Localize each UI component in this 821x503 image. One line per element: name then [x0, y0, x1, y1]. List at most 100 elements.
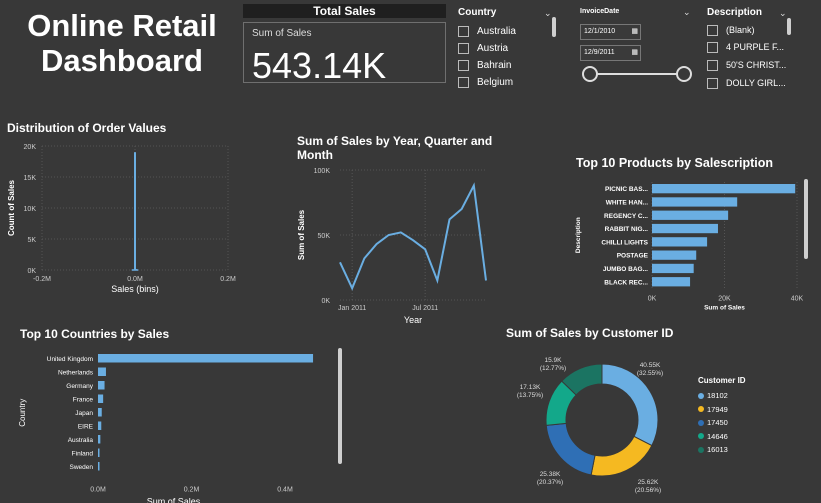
y-axis-label: Count of Sales — [7, 179, 16, 236]
date-range-track[interactable] — [590, 73, 684, 75]
x-tick-label: 0.0M — [127, 276, 143, 283]
country-label: United Kingdom — [47, 356, 93, 363]
range-start-handle[interactable] — [582, 66, 598, 82]
product-label: JUMBO BAG... — [603, 266, 648, 273]
legend-dot — [698, 433, 704, 440]
country-label: EIRE — [78, 423, 94, 430]
product-label: REGENCY C... — [604, 213, 648, 220]
product-bar — [652, 250, 697, 260]
legend-label: 17949 — [707, 404, 728, 414]
country-bar — [98, 448, 100, 457]
chevron-down-icon[interactable]: ⌄ — [683, 7, 691, 18]
legend-label: 18102 — [707, 391, 728, 401]
total-sales-card: Total Sales Sum of Sales 543.14K — [243, 4, 446, 86]
country-bar — [98, 381, 105, 390]
x-tick-label: 0.0M — [90, 487, 106, 494]
donut-legend-title: Customer ID — [698, 376, 746, 385]
product-bar — [652, 184, 796, 194]
x-axis-label: Sum of Sales — [704, 304, 745, 311]
checkbox[interactable] — [458, 59, 469, 71]
slice-label: 25.62K (20.56%) — [635, 479, 661, 494]
description-item[interactable]: DOLLY GIRL... — [707, 76, 786, 90]
y-axis-label: Sum of Sales — [297, 209, 306, 260]
description-item-label: 50'S CHRIST... — [726, 60, 787, 70]
distribution-chart: 0K 5K 10K 15K 20K -0.2M 0.0M 0.2M Sales (bins) Co… — [7, 144, 236, 294]
calendar-icon[interactable]: ▦ — [631, 46, 638, 60]
x-tick-label: 40K — [791, 295, 804, 302]
countries-chart: 0.0M 0.2M 0.4M United Kingdom Netherlands Ger… — [18, 354, 314, 503]
description-scrollbar[interactable] — [787, 18, 791, 35]
y-tick-label: 10K — [24, 206, 37, 213]
x-tick-label: -0.2M — [33, 276, 51, 283]
product-label: RABBIT NIG... — [605, 226, 649, 233]
histogram-bar — [134, 152, 136, 270]
checkbox[interactable] — [707, 24, 718, 36]
country-label: Netherlands — [58, 369, 94, 376]
card-value: 543.14K — [252, 45, 387, 86]
description-item-label: 4 PURPLE F... — [726, 42, 785, 52]
slice-label: 40.55K (32.55%) — [637, 362, 663, 377]
country-label: Sweden — [70, 464, 94, 471]
line-chart: 0K 50K 100K Jan 2011 Jul 2011 Year Sum of Sale… — [297, 168, 487, 325]
y-tick-label: 50K — [318, 233, 331, 240]
description-item-label: DOLLY GIRL... — [726, 78, 786, 88]
country-item-label: Belgium — [477, 76, 514, 88]
countries-scrollbar[interactable] — [338, 348, 342, 464]
calendar-icon[interactable]: ▦ — [631, 25, 638, 39]
country-item[interactable]: Belgium — [458, 75, 513, 89]
country-label: France — [73, 396, 94, 403]
description-item[interactable]: 4 PURPLE F... — [707, 40, 784, 54]
country-scrollbar[interactable] — [552, 17, 556, 37]
end-date-value: 12/9/2011 — [584, 49, 615, 56]
legend-label: 14646 — [707, 431, 728, 441]
product-bar — [652, 263, 694, 274]
country-label: Finland — [72, 450, 94, 457]
chevron-down-icon[interactable]: ⌄ — [779, 8, 787, 19]
chevron-down-icon[interactable]: ⌄ — [544, 8, 552, 19]
country-item-label: Austria — [477, 42, 509, 54]
y-tick-label: 5K — [27, 237, 36, 244]
description-item[interactable]: (Blank) — [707, 23, 755, 37]
legend-dot — [698, 419, 704, 426]
range-end-handle[interactable] — [676, 66, 692, 82]
checkbox[interactable] — [707, 59, 718, 71]
sales-line — [339, 182, 487, 291]
products-scrollbar[interactable] — [804, 179, 808, 259]
checkbox[interactable] — [458, 76, 469, 88]
country-slicer-title: Country — [458, 7, 497, 18]
x-axis-label: Sales (bins) — [111, 284, 159, 294]
start-date-input[interactable]: 12/1/2010 ▦ — [580, 24, 641, 40]
country-bar — [98, 435, 101, 444]
checkbox[interactable] — [707, 41, 718, 53]
x-tick-label: Jan 2011 — [338, 305, 366, 312]
donut-legend: 18102 17949 17450 14646 16013 — [698, 389, 728, 457]
slice-label: 25.38K (20.37%) — [537, 471, 563, 486]
x-axis-label: Sum of Sales — [147, 497, 201, 503]
countries-chart-title: Top 10 Countries by Sales — [20, 327, 170, 341]
x-tick-label: 0.2M — [184, 487, 200, 494]
checkbox[interactable] — [458, 25, 469, 37]
country-item[interactable]: Bahrain — [458, 58, 511, 72]
legend-label: 16013 — [707, 445, 728, 455]
donut-chart-title: Sum of Sales by Customer ID — [506, 326, 674, 340]
x-axis-label: Year — [404, 315, 422, 325]
y-tick-label: 100K — [314, 168, 331, 175]
checkbox[interactable] — [458, 42, 469, 54]
legend-item: 14646 — [698, 430, 728, 444]
y-tick-label: 20K — [24, 144, 37, 151]
product-label: CHILLI LIGHTS — [601, 239, 648, 246]
legend-item: 16013 — [698, 443, 728, 457]
country-item-label: Australia — [477, 25, 516, 37]
checkbox[interactable] — [707, 77, 718, 89]
country-item[interactable]: Australia — [458, 24, 516, 38]
description-item[interactable]: 50'S CHRIST... — [707, 58, 786, 72]
country-item[interactable]: Austria — [458, 41, 508, 55]
product-label: POSTAGE — [617, 253, 649, 260]
product-label: WHITE HAN... — [606, 199, 648, 206]
end-date-input[interactable]: 12/9/2011 ▦ — [580, 45, 641, 61]
donut-chart: 40.55K (32.55%) 25.62K (20.56%) 25.38K (20.37… — [517, 357, 663, 494]
x-tick-label: 0.4M — [277, 487, 293, 494]
x-tick-label: 20K — [718, 295, 731, 302]
description-slicer: Description ⌄ (Blank) 4 PURPLE F... 50'S… — [707, 6, 805, 90]
country-label: Australia — [68, 437, 94, 444]
